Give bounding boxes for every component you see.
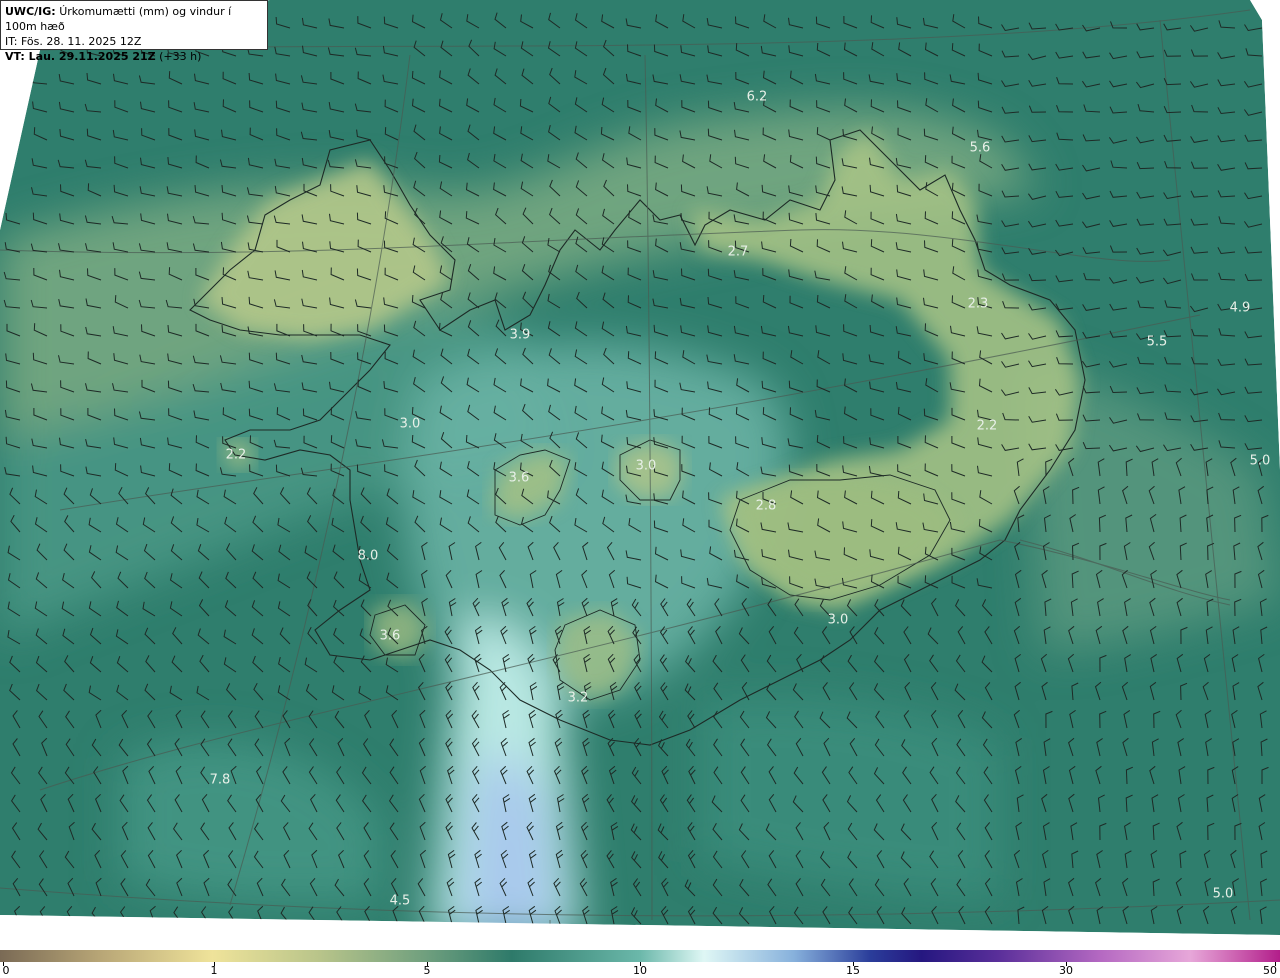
precip-value-label: 8.0 xyxy=(358,549,379,564)
colorbar-tick-label: 30 xyxy=(1059,964,1073,977)
map-info-box: UWC/IG: Úrkomumætti (mm) og vindur í 100… xyxy=(0,0,268,63)
precip-value-label: 2.3 xyxy=(968,297,989,312)
precip-value-label: 3.0 xyxy=(636,459,657,474)
colorbar-tick-label: 0 xyxy=(2,964,10,977)
precip-value-label: 3.6 xyxy=(380,629,401,644)
precip-value-label: 3.9 xyxy=(510,328,531,343)
model-name: UWC/IG: xyxy=(5,5,56,18)
precip-value-label: 5.0 xyxy=(1250,454,1271,469)
precip-value-label: 3.0 xyxy=(828,613,849,628)
precip-value-label: 4.5 xyxy=(390,894,411,909)
precip-value-label: 7.8 xyxy=(210,773,231,788)
valid-time: VT: Lau. 29.11.2025 21Z xyxy=(5,50,156,63)
precip-value-label: 4.9 xyxy=(1230,301,1251,316)
precip-value-label: 2.2 xyxy=(977,419,998,434)
colorbar-tick-label: 15 xyxy=(846,964,860,977)
precipitation-wind-map: 6.2 5.6 2.7 2.3 4.9 5.5 3.9 3.0 2.2 5.0 2.2 3.6 3.0 2… xyxy=(0,0,1280,950)
init-time: IT: Fös. 28. 11. 2025 12Z xyxy=(5,35,142,48)
precip-value-label: 6.2 xyxy=(747,90,768,105)
colorbar-tick-label: 1 xyxy=(210,964,218,977)
precip-value-label: 3.2 xyxy=(568,691,589,706)
forecast-hour: (+33 h) xyxy=(159,50,202,63)
colorbar-tick-label: 10 xyxy=(633,964,647,977)
precip-value-label: 5.6 xyxy=(970,141,991,156)
precip-value-label: 2.7 xyxy=(728,245,749,260)
precip-value-label: 5.0 xyxy=(1213,887,1234,902)
colorbar-tick-label: 5 xyxy=(423,964,431,977)
precip-value-label: 2.8 xyxy=(756,499,777,514)
precip-value-label: 3.0 xyxy=(400,417,421,432)
precip-value-label: 2.2 xyxy=(226,448,247,463)
colorbar-tick-label: 50 xyxy=(1263,964,1277,977)
colorbar xyxy=(0,950,1280,962)
precip-value-label: 5.5 xyxy=(1147,335,1168,350)
precip-value-label: 3.6 xyxy=(509,471,530,486)
